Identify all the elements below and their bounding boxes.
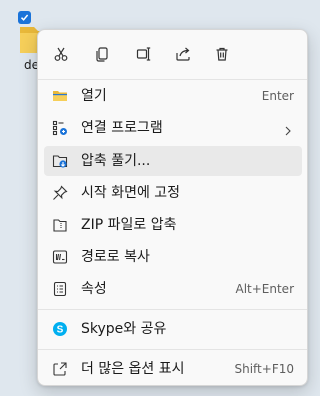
menu-item-open[interactable]: 열기 Enter <box>44 81 302 111</box>
copy-icon <box>94 46 110 66</box>
share-button[interactable] <box>167 40 199 72</box>
copy-button[interactable] <box>86 40 118 72</box>
copy-path-icon <box>52 249 68 265</box>
properties-icon <box>52 281 68 297</box>
rename-icon <box>136 46 152 66</box>
menu-item-show-more-options[interactable]: 더 많은 옵션 표시 Shift+F10 <box>44 354 302 384</box>
menu-item-shortcut: Shift+F10 <box>234 362 294 376</box>
zip-icon <box>52 217 68 233</box>
delete-icon <box>214 46 230 66</box>
separator <box>38 349 307 350</box>
menu-item-label: Skype와 공유 <box>81 321 167 337</box>
menu-item-label: 경로로 복사 <box>81 249 150 265</box>
context-menu: 열기 Enter 연결 프로그램 압축 풀기... 시작 화면에 고정 ZIP … <box>37 29 308 386</box>
menu-item-shortcut: Alt+Enter <box>235 282 294 296</box>
menu-item-label: 연결 프로그램 <box>81 120 163 136</box>
menu-toolbar <box>38 36 307 76</box>
menu-item-label: 속성 <box>81 281 107 297</box>
menu-item-pin-to-start[interactable]: 시작 화면에 고정 <box>44 178 302 208</box>
menu-item-shortcut: Enter <box>261 89 294 103</box>
rename-button[interactable] <box>128 40 160 72</box>
pin-icon <box>52 185 68 201</box>
share-icon <box>175 46 191 66</box>
menu-item-label: 열기 <box>81 88 107 104</box>
menu-item-label: 압축 풀기... <box>81 153 151 169</box>
menu-item-label: 더 많은 옵션 표시 <box>81 361 185 377</box>
delete-button[interactable] <box>206 40 238 72</box>
separator <box>38 79 307 80</box>
separator <box>38 309 307 310</box>
menu-item-open-with[interactable]: 연결 프로그램 <box>44 113 302 143</box>
open-with-icon <box>52 120 68 136</box>
folder-icon <box>52 88 68 104</box>
menu-item-label: ZIP 파일로 압축 <box>81 217 177 233</box>
menu-item-share-skype[interactable]: S Skype와 공유 <box>44 314 302 344</box>
menu-item-label: 시작 화면에 고정 <box>81 185 181 201</box>
cut-icon <box>53 46 69 66</box>
cut-button[interactable] <box>45 40 77 72</box>
menu-item-copy-as-path[interactable]: 경로로 복사 <box>44 242 302 272</box>
skype-icon: S <box>52 321 68 337</box>
more-options-icon <box>52 361 68 377</box>
svg-text:S: S <box>57 325 64 336</box>
chevron-right-icon <box>283 122 293 136</box>
extract-icon <box>52 153 68 169</box>
menu-item-compress-zip[interactable]: ZIP 파일로 압축 <box>44 210 302 240</box>
menu-item-extract[interactable]: 압축 풀기... <box>44 146 302 176</box>
menu-item-properties[interactable]: 속성 Alt+Enter <box>44 274 302 304</box>
